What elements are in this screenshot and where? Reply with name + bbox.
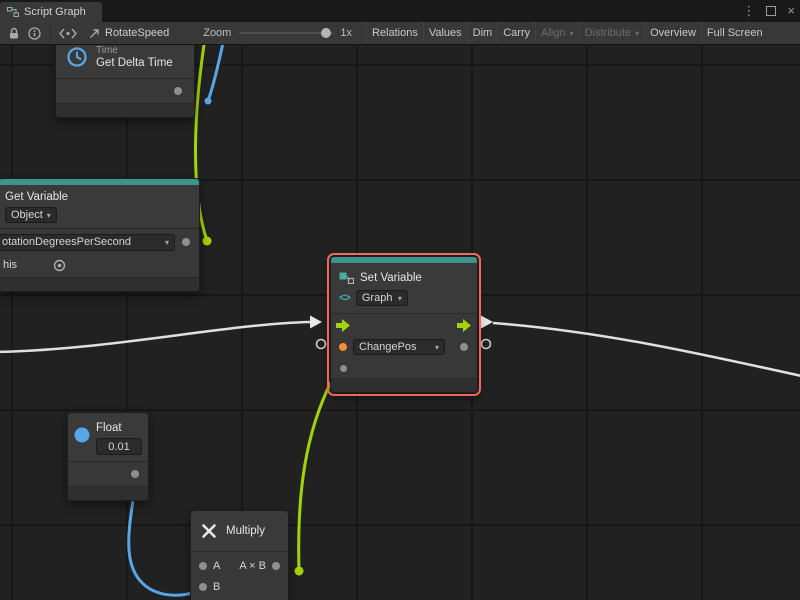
value-output-port[interactable] <box>131 470 139 478</box>
window-chrome: Script Graph ⋮ × <box>0 0 800 45</box>
tab-script-graph[interactable]: Script Graph <box>0 2 102 22</box>
node-float[interactable]: Float 0.01 <box>67 412 149 501</box>
script-graph-icon <box>7 6 19 18</box>
toolbar-separator <box>50 26 51 40</box>
fullscreen-button[interactable]: Full Screen <box>701 22 768 44</box>
input-b-label: B <box>213 581 220 593</box>
node-title: Set Variable <box>360 272 422 284</box>
dropdown-caret-icon <box>43 209 51 221</box>
variable-name-dropdown[interactable]: ChangePos <box>353 339 445 355</box>
distribute-button[interactable]: Distribute <box>579 22 644 44</box>
window-menu-icon[interactable]: ⋮ <box>737 0 760 22</box>
graph-breadcrumb[interactable]: RotateSpeed <box>89 27 169 39</box>
wire-endpoint-green[interactable] <box>203 237 212 246</box>
node-title: Multiply <box>226 525 265 537</box>
nodes-icon <box>339 272 354 284</box>
zoom-slider[interactable] <box>239 32 333 34</box>
info-icon[interactable] <box>28 27 41 40</box>
flow-input-port[interactable] <box>336 319 351 332</box>
node-multiply[interactable]: Multiply A A × B B <box>190 510 289 600</box>
zoom-slider-handle[interactable] <box>321 28 331 38</box>
align-button[interactable]: Align <box>535 22 578 44</box>
value-output-port[interactable] <box>182 238 190 246</box>
dropdown-caret-icon <box>394 292 402 304</box>
variable-name-port[interactable] <box>339 343 347 351</box>
value-output-port[interactable] <box>460 343 468 351</box>
overview-button[interactable]: Overview <box>644 22 701 44</box>
variable-name-dropdown[interactable]: otationDegreesPerSecond <box>0 234 175 251</box>
maximize-icon[interactable] <box>766 6 776 16</box>
flow-output-plug-icon[interactable] <box>481 316 493 329</box>
graph-canvas[interactable]: Time Get Delta Time Get Variable Object … <box>0 0 800 600</box>
graph-toolbar: RotateSpeed Zoom 1x Relations Values Dim… <box>0 22 800 45</box>
tab-bar: Script Graph ⋮ × <box>0 0 800 22</box>
node-footer <box>68 486 148 500</box>
flow-output-port[interactable] <box>457 319 472 332</box>
node-title: Get Delta Time <box>96 57 173 70</box>
variable-scope-dropdown[interactable]: Graph <box>356 290 408 306</box>
dropdown-caret-icon <box>631 27 639 39</box>
value-output-port[interactable] <box>174 87 182 95</box>
self-target-label: his <box>3 259 17 271</box>
code-icon: <> <box>339 292 350 304</box>
node-title: Get Variable <box>5 190 193 204</box>
value-port-outer-right[interactable] <box>482 340 491 349</box>
clock-icon <box>66 46 88 68</box>
scope-value: Graph <box>362 292 393 304</box>
lock-icon[interactable] <box>8 27 20 40</box>
float-icon <box>74 427 90 443</box>
values-button[interactable]: Values <box>423 22 467 44</box>
toolbar-buttons: Relations Values Dim Carry Align Distrib… <box>366 22 768 44</box>
input-a-port[interactable] <box>199 562 207 570</box>
node-get-variable[interactable]: Get Variable Object otationDegreesPerSec… <box>0 178 200 292</box>
zoom-label: Zoom <box>203 27 231 39</box>
output-label: A × B <box>239 560 266 572</box>
self-target-icon[interactable] <box>53 259 66 272</box>
flow-input-plug-icon[interactable] <box>310 316 322 329</box>
variable-scope-dropdown[interactable]: Object <box>5 207 57 223</box>
variable-name: ChangePos <box>359 341 417 353</box>
node-set-variable[interactable]: Set Variable <> Graph <box>330 256 478 393</box>
variable-name: otationDegreesPerSecond <box>2 236 131 248</box>
node-footer <box>331 378 477 392</box>
node-footer <box>0 277 199 291</box>
float-value-field[interactable]: 0.01 <box>96 438 142 455</box>
wire-blue-top[interactable] <box>208 38 224 101</box>
input-a-label: A <box>213 560 220 572</box>
wire-flow-in[interactable] <box>0 322 310 352</box>
value-port-outer-left[interactable] <box>317 340 326 349</box>
node-title: Float <box>96 421 142 435</box>
input-b-port[interactable] <box>199 583 207 591</box>
wire-endpoint-blue[interactable] <box>205 98 212 105</box>
dropdown-caret-icon <box>566 27 574 39</box>
wire-green-bottom[interactable] <box>299 369 338 571</box>
result-output-port[interactable] <box>272 562 280 570</box>
graph-name: RotateSpeed <box>105 27 169 39</box>
graph-reference-icon <box>89 28 100 39</box>
relations-button[interactable]: Relations <box>366 22 423 44</box>
dropdown-caret-icon <box>431 341 439 353</box>
carry-button[interactable]: Carry <box>497 22 535 44</box>
inspect-icon[interactable] <box>59 28 77 39</box>
scope-value: Object <box>11 209 43 221</box>
dim-button[interactable]: Dim <box>467 22 498 44</box>
dropdown-caret-icon <box>161 236 169 248</box>
wire-flow-out[interactable] <box>493 323 800 377</box>
close-icon[interactable]: × <box>782 0 800 22</box>
node-category: Time <box>96 44 173 57</box>
multiply-icon <box>201 523 217 539</box>
wire-endpoint-green[interactable] <box>295 567 304 576</box>
zoom-value: 1x <box>340 27 352 39</box>
tab-title: Script Graph <box>24 6 86 18</box>
value-input-port[interactable] <box>340 365 347 372</box>
node-footer <box>56 103 194 117</box>
